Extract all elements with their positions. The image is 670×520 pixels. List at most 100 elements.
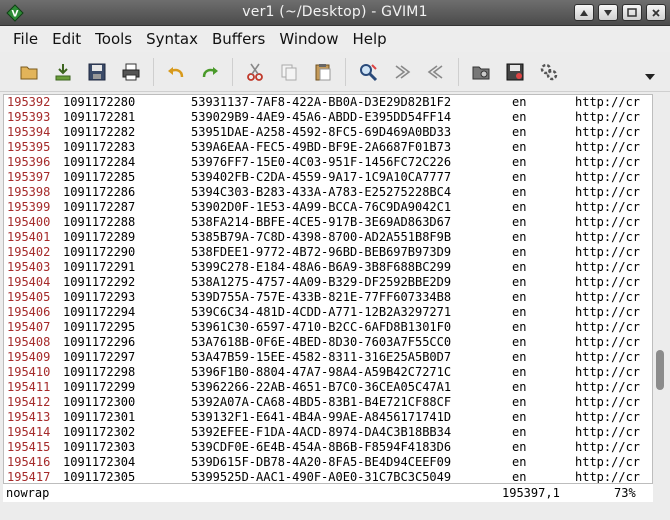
field-guid: 539D755A-757E-433B-821E-77FF607334B8	[191, 290, 452, 304]
text-line[interactable]: 195417 1091172305 5399525D-AAC1-490F-A0E0-…	[4, 470, 652, 484]
load-session-button[interactable]	[464, 55, 498, 89]
open-icon	[20, 66, 38, 79]
line-number: 195413	[7, 410, 51, 424]
field-guid: 5385B79A-7C8D-4398-8700-AD2A551B8F9B	[191, 230, 452, 244]
text-line[interactable]: 195399 1091172287 53902D0F-1E53-4A99-BCCA-…	[4, 200, 652, 215]
text-line[interactable]: 195401 1091172289 5385B79A-7C8D-4398-8700-…	[4, 230, 652, 245]
overflow-chevron-icon	[645, 74, 655, 80]
text-line[interactable]: 195416 1091172304 539D615F-DB78-4A20-8FA5-…	[4, 455, 652, 470]
window-bottom-border	[0, 502, 670, 520]
text-line[interactable]: 195404 1091172292 538A1275-4757-4A09-B329-…	[4, 275, 652, 290]
line-number: 195404	[7, 275, 51, 289]
make-button[interactable]	[532, 55, 566, 89]
text-line[interactable]: 195392 1091172280 53931137-7AF8-422A-BB0A-…	[4, 95, 652, 110]
text-line[interactable]: 195411 1091172299 53962266-22AB-4651-B7C0-…	[4, 380, 652, 395]
close-button[interactable]	[646, 4, 666, 21]
cut-button[interactable]	[238, 55, 272, 89]
menu-help[interactable]: Help	[345, 27, 393, 51]
field-url: http://cr	[575, 395, 641, 409]
text-line[interactable]: 195408 1091172296 53A7618B-0F6E-4BED-8D30-…	[4, 335, 652, 350]
text-line[interactable]: 195393 1091172281 539029B9-4AE9-45A6-ABDD-…	[4, 110, 652, 125]
text-line[interactable]: 195397 1091172285 539402FB-C2DA-4559-9A17-…	[4, 170, 652, 185]
field-lang: en	[512, 200, 527, 214]
field-guid: 53961C30-6597-4710-B2CC-6AFD8B1301F0	[191, 320, 452, 334]
editor-text-area[interactable]: 195392 1091172280 53931137-7AF8-422A-BB0A-…	[3, 94, 653, 484]
text-line[interactable]: 195410 1091172298 5396F1B0-8804-47A7-98A4-…	[4, 365, 652, 380]
field-url: http://cr	[575, 380, 641, 394]
text-line[interactable]: 195412 1091172300 5392A07A-CA68-4BD5-83B1-…	[4, 395, 652, 410]
field-lang: en	[512, 350, 527, 364]
menu-bar: File Edit Tools Syntax Buffers Window He…	[0, 26, 670, 52]
scroll-percent: 73%	[614, 486, 636, 500]
vertical-scrollbar[interactable]	[653, 94, 667, 484]
paste-button[interactable]	[306, 55, 340, 89]
menu-window[interactable]: Window	[272, 27, 345, 51]
field-id: 1091172288	[63, 215, 136, 229]
field-url: http://cr	[575, 245, 641, 259]
text-line[interactable]: 195403 1091172291 5399C278-E184-48A6-B6A9-…	[4, 260, 652, 275]
line-number: 195414	[7, 425, 51, 439]
field-lang: en	[512, 185, 527, 199]
line-number: 195411	[7, 380, 51, 394]
save-button[interactable]	[80, 55, 114, 89]
redo-button[interactable]	[193, 55, 227, 89]
window-up-button[interactable]	[574, 4, 594, 21]
open-button[interactable]	[12, 55, 46, 89]
field-guid: 538A1275-4757-4A09-B329-DF2592BBE2D9	[191, 275, 452, 289]
text-line[interactable]: 195396 1091172284 53976FF7-15E0-4C03-951F-…	[4, 155, 652, 170]
cursor-position: 195397,1	[502, 486, 560, 500]
field-lang: en	[512, 140, 527, 154]
line-number: 195395	[7, 140, 51, 154]
save-session-button[interactable]	[498, 55, 532, 89]
find-next-icon	[395, 64, 411, 79]
text-line[interactable]: 195405 1091172293 539D755A-757E-433B-821E-…	[4, 290, 652, 305]
find-prev-button[interactable]	[419, 55, 453, 89]
field-lang: en	[512, 320, 527, 334]
text-line[interactable]: 195406 1091172294 539C6C34-481D-4CDD-A771-…	[4, 305, 652, 320]
field-guid: 5399525D-AAC1-490F-A0E0-31C7BC3C5049	[191, 470, 452, 484]
text-line[interactable]: 195398 1091172286 5394C303-B283-433A-A783-…	[4, 185, 652, 200]
menu-tools[interactable]: Tools	[88, 27, 139, 51]
text-line[interactable]: 195395 1091172283 539A6EAA-FEC5-49BD-BF9E-…	[4, 140, 652, 155]
text-line[interactable]: 195413 1091172301 539132F1-E641-4B4A-99AE-…	[4, 410, 652, 425]
field-id: 1091172294	[63, 305, 136, 319]
text-line[interactable]: 195415 1091172303 539CDF0E-6E4B-454A-8B6B-…	[4, 440, 652, 455]
field-url: http://cr	[575, 260, 641, 274]
line-number: 195396	[7, 155, 51, 169]
redo-icon	[202, 66, 218, 77]
field-lang: en	[512, 365, 527, 379]
make-icon	[540, 63, 558, 80]
toolbar-overflow-button[interactable]	[644, 66, 656, 85]
find-prev-icon	[427, 64, 443, 79]
text-line[interactable]: 195407 1091172295 53961C30-6597-4710-B2CC-…	[4, 320, 652, 335]
text-line[interactable]: 195409 1091172297 53A47B59-15EE-4582-8311-…	[4, 350, 652, 365]
scrollbar-thumb[interactable]	[656, 350, 664, 390]
field-url: http://cr	[575, 110, 641, 124]
field-lang: en	[512, 410, 527, 424]
line-number: 195410	[7, 365, 51, 379]
field-guid: 5396F1B0-8804-47A7-98A4-A59B42C7271C	[191, 365, 452, 379]
field-lang: en	[512, 230, 527, 244]
find-replace-button[interactable]	[351, 55, 385, 89]
copy-button[interactable]	[272, 55, 306, 89]
menu-file[interactable]: File	[6, 27, 45, 51]
text-line[interactable]: 195394 1091172282 53951DAE-A258-4592-8FC5-…	[4, 125, 652, 140]
menu-syntax[interactable]: Syntax	[139, 27, 205, 51]
menu-buffers[interactable]: Buffers	[205, 27, 272, 51]
text-line[interactable]: 195414 1091172302 5392EFEE-F1DA-4ACD-8974-…	[4, 425, 652, 440]
line-number: 195394	[7, 125, 51, 139]
text-line[interactable]: 195402 1091172290 538FDEE1-9772-4B72-96BD-…	[4, 245, 652, 260]
field-id: 1091172304	[63, 455, 136, 469]
save-icon	[88, 63, 106, 80]
maximize-button[interactable]	[622, 4, 642, 21]
paste-icon	[315, 63, 331, 80]
menu-edit[interactable]: Edit	[45, 27, 88, 51]
print-button[interactable]	[114, 55, 148, 89]
field-id: 1091172300	[63, 395, 136, 409]
find-next-button[interactable]	[385, 55, 419, 89]
minimize-button[interactable]	[598, 4, 618, 21]
undo-button[interactable]	[159, 55, 193, 89]
text-line[interactable]: 195400 1091172288 538FA214-BBFE-4CE5-917B-…	[4, 215, 652, 230]
save-download-button[interactable]	[46, 55, 80, 89]
field-url: http://cr	[575, 290, 641, 304]
